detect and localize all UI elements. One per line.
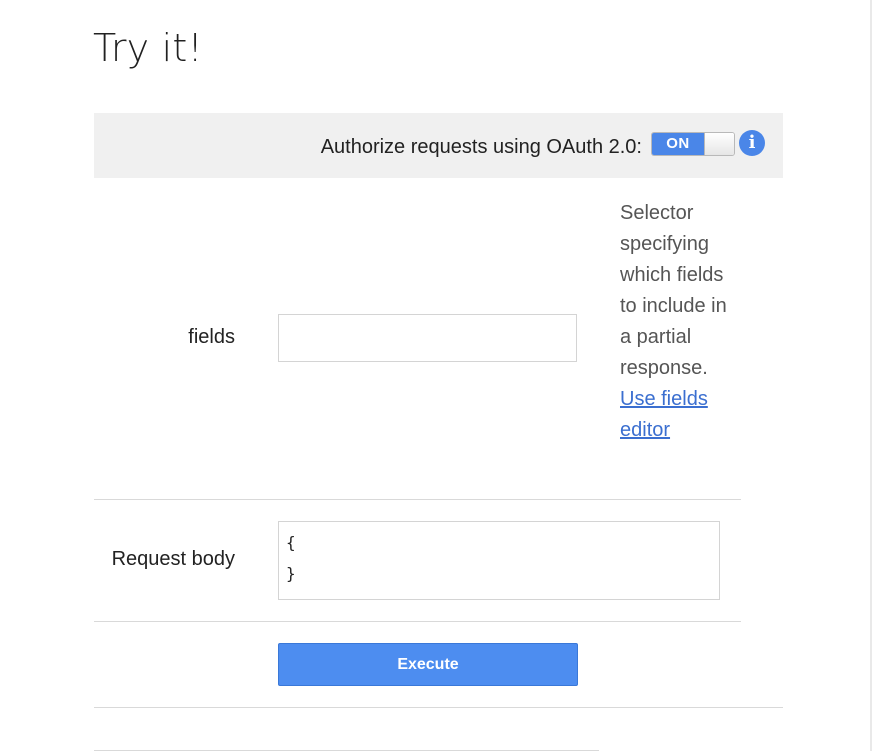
info-icon[interactable]: i [739,130,765,156]
request-body-editor[interactable]: { } [278,521,720,600]
toggle-knob[interactable] [704,133,734,155]
param-label-fields: fields [188,326,235,348]
param-description-text: Selector specifying which fields to incl… [620,202,727,379]
param-description: Selector specifying which fields to incl… [620,198,740,446]
divider [94,499,741,500]
execute-button[interactable]: Execute [278,643,578,686]
oauth-bar: Authorize requests using OAuth 2.0: ON i [94,113,783,178]
page-title: Try it! [93,26,203,70]
toggle-state-label: ON [652,133,704,155]
oauth-toggle[interactable]: ON [651,132,735,156]
divider [94,707,783,708]
divider [94,621,741,622]
oauth-label: Authorize requests using OAuth 2.0: [320,136,642,158]
request-body-label: Request body [111,548,235,570]
fields-input[interactable] [278,314,577,362]
use-fields-editor-link[interactable]: Use fields editor [620,388,708,441]
